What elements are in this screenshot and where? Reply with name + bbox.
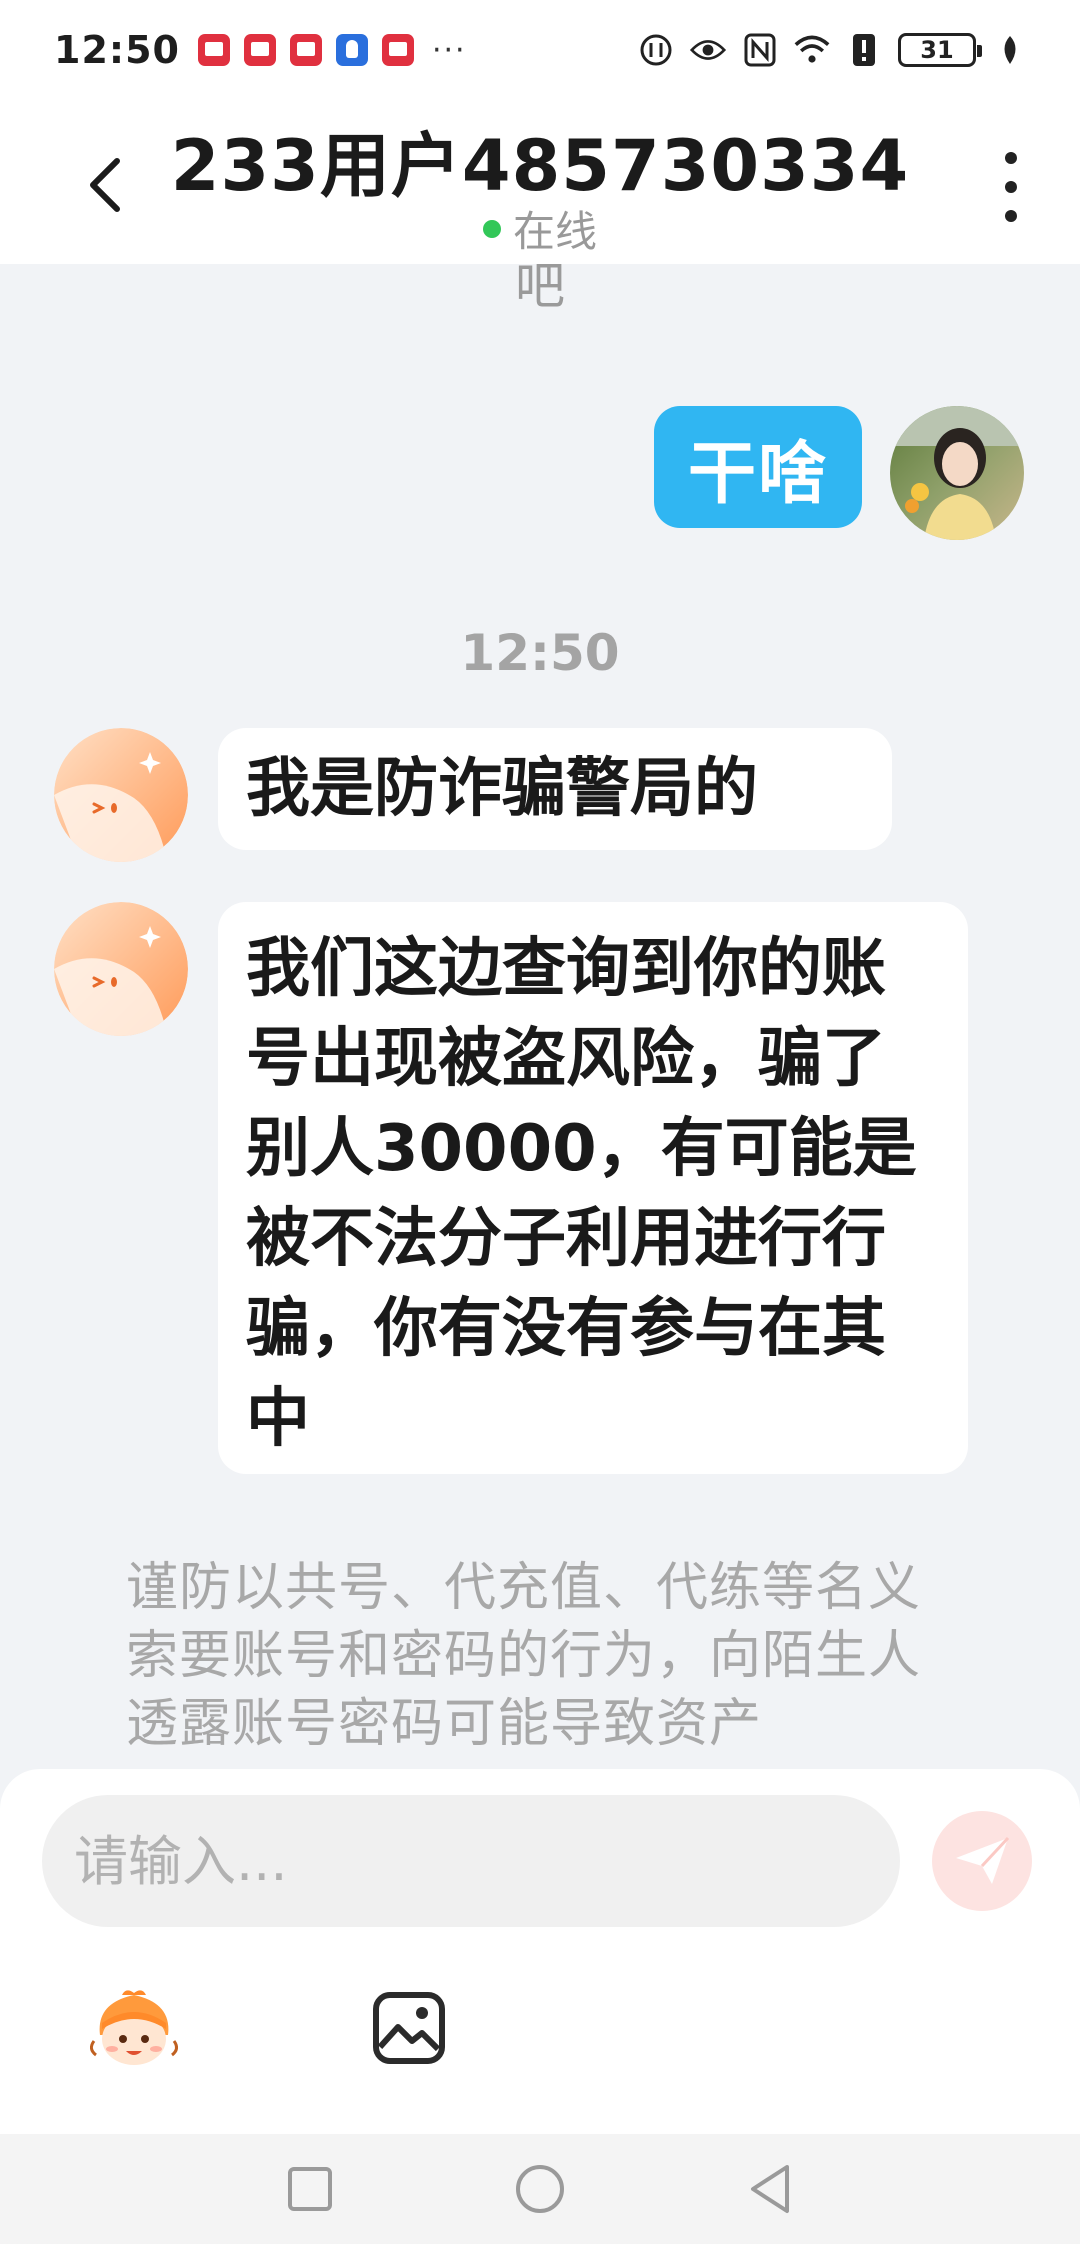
red-app-icon [197,34,230,66]
message-input[interactable] [42,1795,900,1927]
send-button[interactable] [932,1811,1032,1911]
more-dot-icon [1005,210,1017,222]
red-app-icon [381,34,414,66]
online-status: 在线 [0,198,1080,259]
contact-name: 233用户485730334 [170,125,910,207]
more-options-button[interactable] [996,152,1026,222]
chat-area[interactable]: 吧 干啥 12:50 我是防诈骗警局的 我们这边查询到你的账号出现被盗风险，骗了… [0,264,1080,1769]
nfc-icon [742,32,778,68]
circle-icon [516,2165,564,2213]
status-time: 12:50 [54,28,180,72]
previous-message-fragment: 吧 [515,264,565,315]
online-status-text: 在线 [512,207,597,256]
triangle-back-icon [751,2165,789,2213]
alert-icon [846,32,882,68]
battery-icon: 31 [898,33,982,67]
blue-bulb-icon [335,34,368,66]
notification-icons: ··· [197,32,467,68]
eye-icon [690,32,726,68]
leaf-icon [992,32,1028,68]
more-notifications-text: ··· [431,32,467,68]
recent-apps-button[interactable] [280,2159,340,2219]
security-notice: 谨防以共号、代充值、代练等名义索要账号和密码的行为，向陌生人透露账号密码可能导致… [126,1558,922,1754]
online-dot-icon [482,219,501,238]
red-app-icon [243,34,276,66]
time-divider: 12:50 [460,624,620,682]
home-button[interactable] [510,2159,570,2219]
sent-message-bubble[interactable]: 干啥 [654,406,862,528]
system-nav-bar [0,2134,1080,2244]
data-signal-icon [638,32,674,68]
more-dot-icon [1005,152,1017,164]
chat-header: 233用户485730334 在线 [0,100,1080,264]
contact-avatar[interactable] [54,728,188,862]
square-icon [288,2167,332,2211]
user-avatar[interactable] [890,406,1024,540]
wifi-icon [794,32,830,68]
red-app-icon [289,34,322,66]
more-dot-icon [1005,181,1017,193]
send-icon [956,1836,1010,1884]
input-panel [0,1769,1080,2134]
status-bar: 12:50 ··· 31 [0,0,1080,100]
image-button[interactable] [364,1983,454,2073]
received-message-bubble[interactable]: 我们这边查询到你的账号出现被盗风险，骗了别人30000，有可能是被不法分子利用进… [218,902,968,1474]
emoji-button[interactable] [84,1979,184,2079]
back-nav-button[interactable] [740,2159,800,2219]
image-icon [373,1992,445,2064]
mascot-emoji-icon [89,1990,179,2065]
contact-avatar[interactable] [54,902,188,1036]
received-message-bubble[interactable]: 我是防诈骗警局的 [218,728,892,850]
